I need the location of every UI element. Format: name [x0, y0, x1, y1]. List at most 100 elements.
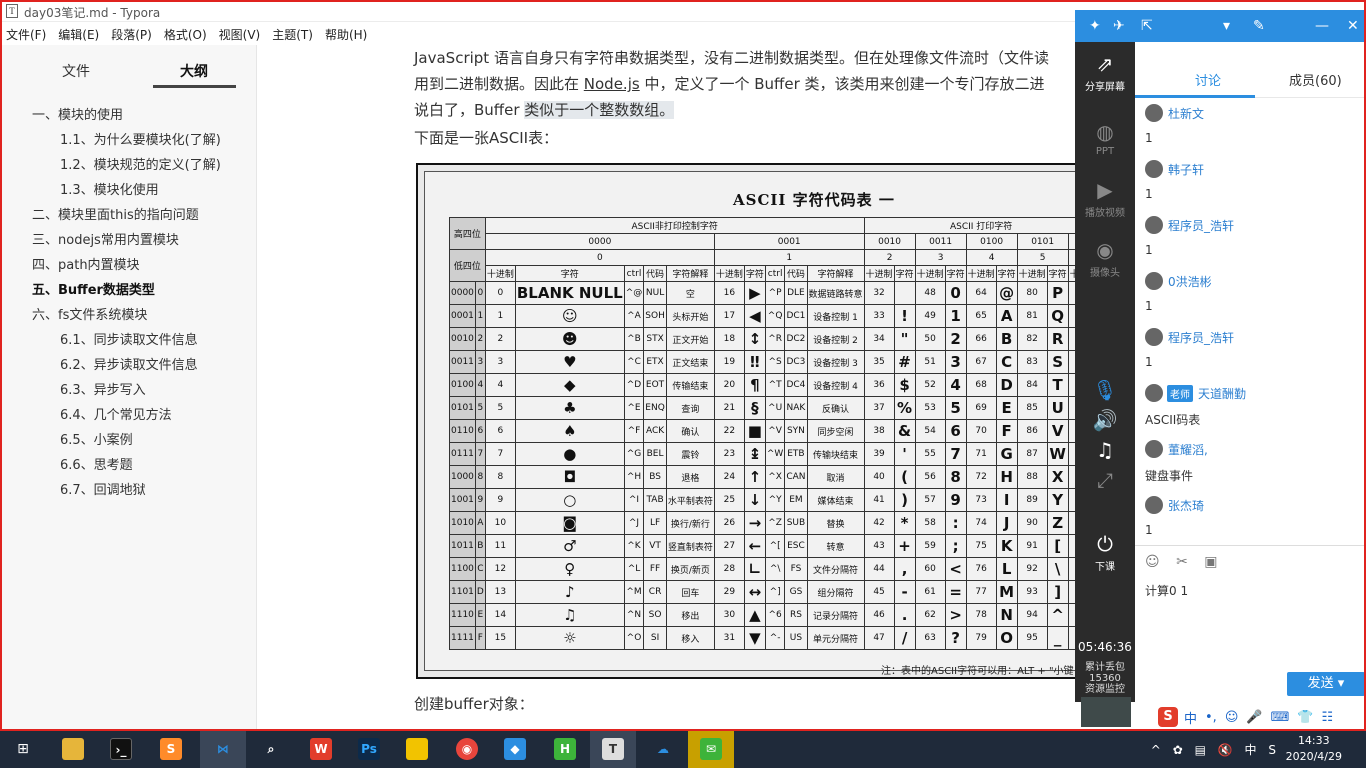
- ime-menu-icon[interactable]: ☷: [1322, 710, 1334, 725]
- chat-sender-name[interactable]: 天道酬勤: [1198, 387, 1246, 401]
- avatar[interactable]: [1145, 104, 1163, 122]
- tray-sogou-icon[interactable]: S: [1268, 743, 1276, 757]
- taskbar-vscode[interactable]: ⋈: [200, 731, 246, 768]
- outline-item[interactable]: 1.1、为什么要模块化(了解): [2, 128, 257, 153]
- chat-input-area[interactable]: ☺ ✂ ▣ 计算0 1 发送 ▾: [1135, 545, 1366, 702]
- outline-item[interactable]: 四、path内置模块: [2, 253, 257, 278]
- chat-sender-name[interactable]: 程序员_浩轩: [1168, 331, 1234, 345]
- sogou-logo-icon[interactable]: S: [1158, 707, 1178, 727]
- outline-item[interactable]: 6.6、思考题: [2, 453, 257, 478]
- share-screen-button[interactable]: ⇗ 分享屏幕: [1075, 52, 1135, 93]
- nodejs-link[interactable]: Node.js: [584, 75, 640, 93]
- ime-punct-icon[interactable]: •,: [1205, 710, 1217, 725]
- ime-voice-icon[interactable]: 🎤: [1246, 710, 1262, 725]
- outline-item[interactable]: 三、nodejs常用内置模块: [2, 228, 257, 253]
- tab-discussion[interactable]: 讨论: [1195, 70, 1221, 89]
- avatar[interactable]: [1145, 216, 1163, 234]
- taskbar-file-explorer[interactable]: [50, 731, 96, 768]
- tray-expand-icon[interactable]: ^: [1151, 743, 1161, 757]
- ime-keyboard-icon[interactable]: ⌨: [1271, 710, 1290, 725]
- taskbar-wps[interactable]: W: [298, 731, 344, 768]
- menu-theme[interactable]: 主题(T): [266, 23, 319, 45]
- camera-button[interactable]: ◉ 摄像头: [1075, 238, 1135, 279]
- avatar[interactable]: [1145, 496, 1163, 514]
- outline-item[interactable]: 一、模块的使用: [2, 103, 257, 128]
- tray-network-icon[interactable]: ▤: [1195, 743, 1206, 757]
- avatar[interactable]: [1145, 440, 1163, 458]
- taskbar-hbuilder[interactable]: H: [542, 731, 588, 768]
- outline-item[interactable]: 6.1、同步读取文件信息: [2, 328, 257, 353]
- resource-monitor-label[interactable]: 资源监控: [1075, 684, 1135, 695]
- taskbar-wechat[interactable]: ✉: [688, 731, 734, 768]
- send-button[interactable]: 发送 ▾: [1287, 672, 1365, 696]
- tray-language[interactable]: 中: [1245, 743, 1257, 757]
- chat-input-text[interactable]: 计算0 1: [1145, 582, 1188, 599]
- chat-sender-name[interactable]: 张杰琦: [1168, 499, 1204, 513]
- taskbar-terminal[interactable]: ›_: [98, 731, 144, 768]
- ppt-button[interactable]: ◍ PPT: [1075, 120, 1135, 157]
- close-icon[interactable]: ✕: [1347, 18, 1359, 34]
- menu-paragraph[interactable]: 段落(P): [105, 23, 158, 45]
- scissors-icon[interactable]: ✂: [1176, 554, 1188, 570]
- image-icon[interactable]: ▣: [1204, 554, 1217, 570]
- outline-item[interactable]: 6.2、异步读取文件信息: [2, 353, 257, 378]
- plane-icon[interactable]: ✈: [1113, 18, 1125, 34]
- outline-item[interactable]: 6.5、小案例: [2, 428, 257, 453]
- outline-item[interactable]: 五、Buffer数据类型: [2, 278, 257, 303]
- outline-item[interactable]: 1.2、模块规范的定义(了解): [2, 153, 257, 178]
- outline-item[interactable]: 6.4、几个常见方法: [2, 403, 257, 428]
- tray-volume-icon[interactable]: 🔇: [1218, 743, 1233, 757]
- taskbar-photoshop[interactable]: Ps: [346, 731, 392, 768]
- taskbar-sublime[interactable]: S: [148, 731, 194, 768]
- tab-members[interactable]: 成员(60): [1289, 70, 1342, 89]
- tab-files[interactable]: 文件: [62, 61, 90, 81]
- ascii-cell: ctrl: [623, 265, 645, 282]
- dropdown-icon[interactable]: ▾: [1223, 18, 1230, 34]
- chat-sender-name[interactable]: 韩子轩: [1168, 163, 1204, 177]
- taskbar-baidu-netdisk[interactable]: ☁: [640, 731, 686, 768]
- end-class-button[interactable]: ⏻ 下课: [1075, 532, 1135, 573]
- play-video-button[interactable]: ▶ 播放视频: [1075, 178, 1135, 219]
- tray-app-icon[interactable]: ✿: [1173, 743, 1183, 757]
- avatar[interactable]: [1145, 384, 1163, 402]
- ascii-cell: 0000: [449, 281, 476, 305]
- chat-sender-name[interactable]: 董耀滔,: [1168, 443, 1208, 457]
- taskbar-typora[interactable]: T: [590, 731, 636, 768]
- pin-icon[interactable]: ✎: [1253, 18, 1265, 34]
- outline-item[interactable]: 六、fs文件系统模块: [2, 303, 257, 328]
- volume-button[interactable]: 🔊: [1075, 408, 1135, 434]
- avatar[interactable]: [1145, 328, 1163, 346]
- music-button[interactable]: ♫: [1075, 438, 1135, 464]
- menu-edit[interactable]: 编辑(E): [52, 23, 105, 45]
- minimize-icon[interactable]: —: [1315, 18, 1329, 34]
- fullscreen-button[interactable]: ⤢: [1075, 468, 1135, 494]
- start-button[interactable]: ⊞: [0, 731, 46, 768]
- chat-sender-name[interactable]: 杜新文: [1168, 107, 1204, 121]
- chat-sender-name[interactable]: 0洪浩彬: [1168, 275, 1212, 289]
- menu-view[interactable]: 视图(V): [213, 23, 267, 45]
- share-out-icon[interactable]: ⇱: [1141, 18, 1153, 34]
- tab-outline[interactable]: 大纲: [180, 61, 208, 81]
- outline-item[interactable]: 6.7、回调地狱: [2, 478, 257, 503]
- taskbar-chrome[interactable]: ◉: [444, 731, 490, 768]
- taskbar-search-tool[interactable]: ⌕: [248, 731, 294, 768]
- outline-item[interactable]: 二、模块里面this的指向问题: [2, 203, 257, 228]
- taskbar-sticky[interactable]: [394, 731, 440, 768]
- taskbar-clock[interactable]: 14:33 2020/4/29: [1286, 733, 1342, 765]
- menu-file[interactable]: 文件(F): [0, 23, 52, 45]
- outline-item[interactable]: 6.3、异步写入: [2, 378, 257, 403]
- avatar[interactable]: [1145, 160, 1163, 178]
- menu-format[interactable]: 格式(O): [158, 23, 213, 45]
- ime-emoji-icon[interactable]: ☺: [1225, 710, 1239, 725]
- ime-skin-icon[interactable]: 👕: [1297, 710, 1313, 725]
- ime-mode[interactable]: 中: [1184, 708, 1197, 727]
- gift-icon[interactable]: ✦: [1089, 18, 1101, 34]
- avatar[interactable]: [1145, 272, 1163, 290]
- microphone-button[interactable]: 🎙: [1075, 378, 1135, 404]
- outline-item[interactable]: 1.3、模块化使用: [2, 178, 257, 203]
- ascii-cell: 0001: [449, 304, 476, 328]
- emoji-icon[interactable]: ☺: [1145, 554, 1160, 570]
- menu-help[interactable]: 帮助(H): [319, 23, 373, 45]
- taskbar-tencent-classroom[interactable]: ◆: [492, 731, 538, 768]
- chat-sender-name[interactable]: 程序员_浩轩: [1168, 219, 1234, 233]
